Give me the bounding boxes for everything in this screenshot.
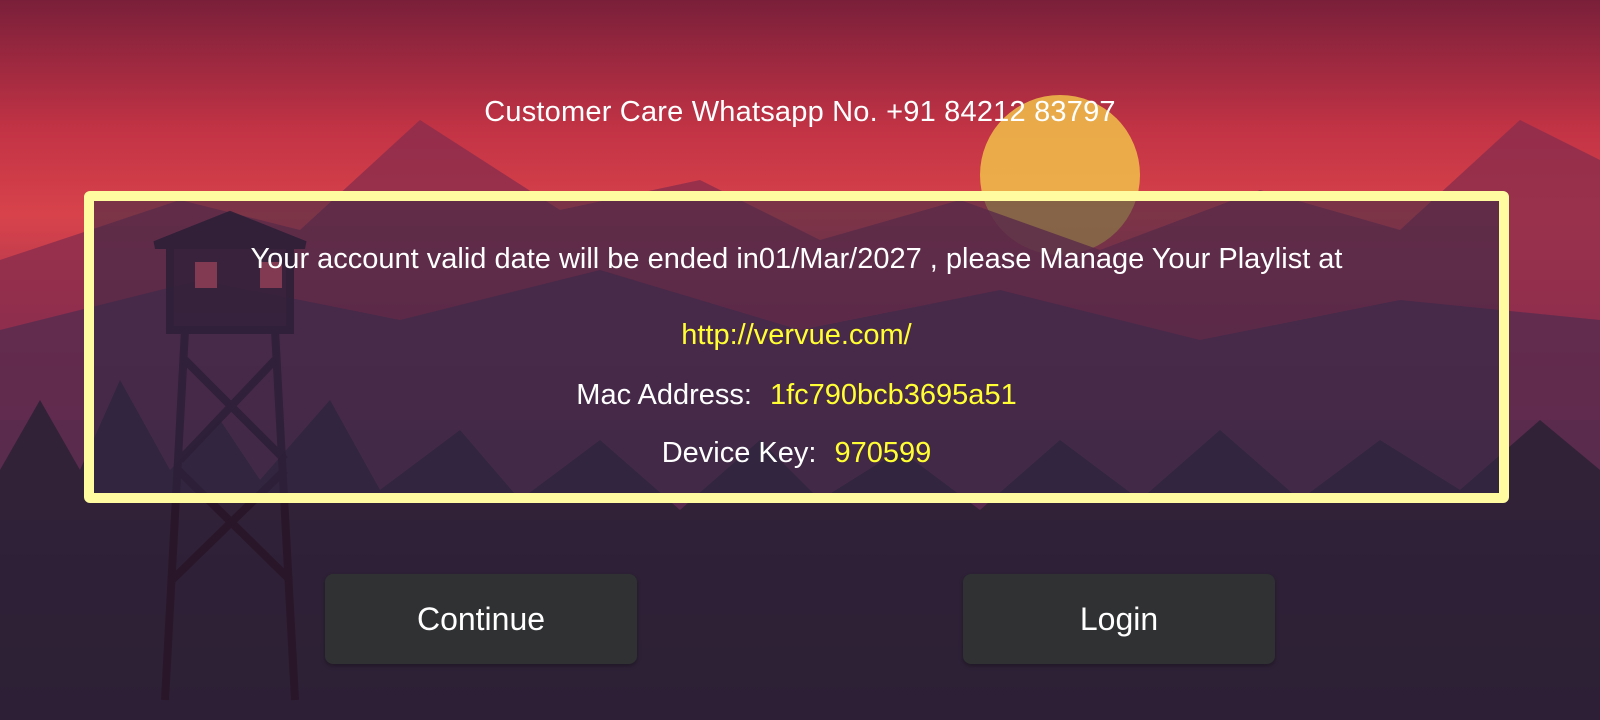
device-key-row: Device Key: 970599 [94,437,1499,470]
account-info-panel: Your account valid date will be ended in… [84,191,1509,503]
app-screen: Customer Care Whatsapp No. +91 84212 837… [0,0,1600,720]
device-key-value: 970599 [834,437,932,469]
device-key-label: Device Key: [661,437,817,469]
continue-button[interactable]: Continue [325,574,637,664]
customer-care-whatsapp-text: Customer Care Whatsapp No. +91 84212 837… [484,96,1116,128]
mac-address-value: 1fc790bcb3695a51 [769,379,1017,411]
mac-address-row: Mac Address: 1fc790bcb3695a51 [94,379,1499,412]
mac-address-label: Mac Address: [576,379,752,411]
login-button[interactable]: Login [963,574,1275,664]
playlist-url-link[interactable]: http://vervue.com/ [94,319,1499,352]
validity-message: Your account valid date will be ended in… [250,243,1343,275]
